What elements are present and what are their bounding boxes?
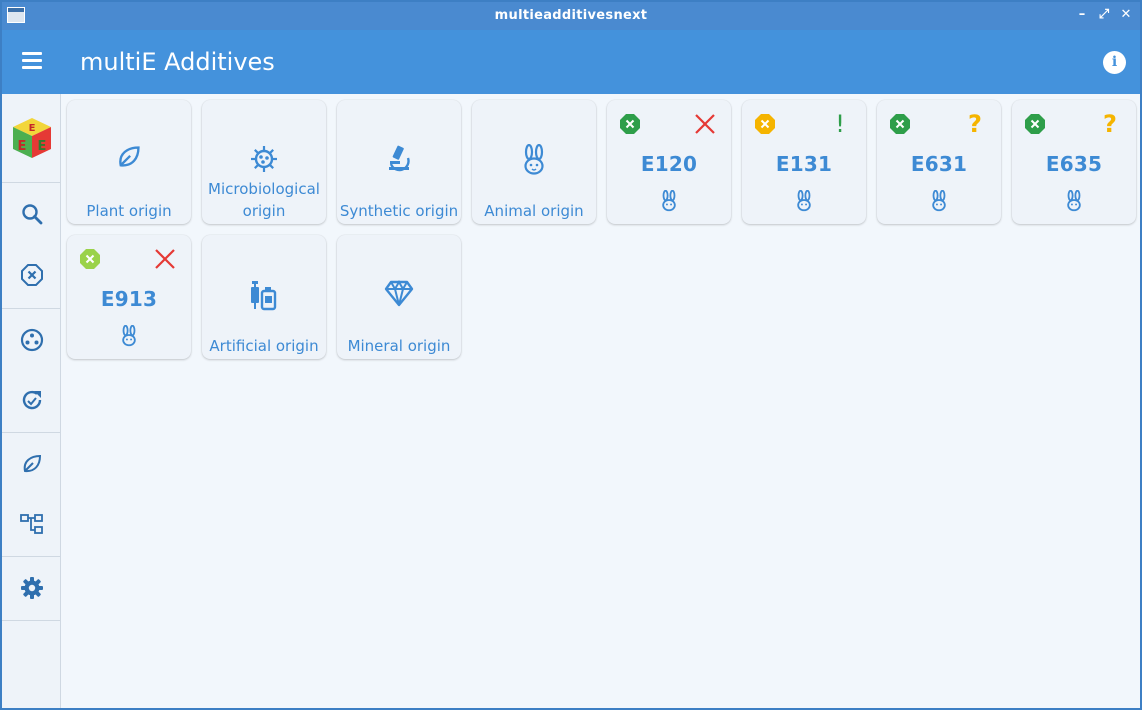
- rabbit-icon: [1067, 190, 1081, 212]
- rabbit-icon: [122, 325, 136, 347]
- app-logo: E E E: [13, 118, 51, 158]
- rabbit-icon: [524, 144, 544, 175]
- additive-code: E913: [100, 287, 158, 311]
- card-label: Animal origin: [484, 202, 584, 220]
- card-label: Artificial origin: [209, 337, 319, 355]
- sidebar-item-update[interactable]: [2, 372, 61, 428]
- rabbit-icon: [662, 190, 676, 212]
- app-bar: multiE Additives i: [2, 30, 1140, 94]
- category-card-synthetic[interactable]: Synthetic origin: [337, 100, 461, 224]
- card-label-line-2: origin: [242, 202, 286, 220]
- status-x-icon: [755, 114, 775, 134]
- dots-circle-icon: [20, 328, 43, 352]
- gear-icon: [20, 577, 43, 599]
- rabbit-icon: [797, 190, 811, 212]
- sidebar-item-categories[interactable]: [2, 312, 61, 368]
- category-card-artificial[interactable]: Artificial origin: [202, 235, 326, 359]
- status-x-icon: [890, 114, 910, 134]
- diamond-icon: [384, 279, 414, 307]
- logo-letter-left: E: [18, 139, 27, 154]
- additive-code: E131: [775, 152, 833, 176]
- app-window: multieadditivesnext – ⤢ ✕ multiE Additiv…: [0, 0, 1142, 710]
- logo-letter-right: E: [38, 139, 47, 154]
- virus-icon: [251, 146, 277, 172]
- card-label: Synthetic origin: [339, 202, 459, 220]
- card-label: Mineral origin: [347, 337, 451, 355]
- question-icon: ?: [1103, 110, 1117, 138]
- info-icon[interactable]: i: [1103, 51, 1126, 74]
- hamburger-menu-icon[interactable]: [16, 48, 48, 76]
- additive-card-e635[interactable]: ? E635: [1012, 100, 1136, 224]
- leaf-icon: [23, 454, 41, 473]
- refresh-icon: [22, 390, 41, 410]
- leaf-icon: [119, 146, 140, 167]
- maximize-button[interactable]: ⤢: [1096, 6, 1112, 24]
- minimize-button[interactable]: –: [1074, 6, 1090, 24]
- sidebar-item-filter[interactable]: [2, 247, 61, 303]
- additive-card-e913[interactable]: E913: [67, 235, 191, 359]
- warning-x-icon: [155, 249, 175, 269]
- question-icon: ?: [968, 110, 982, 138]
- window-titlebar[interactable]: multieadditivesnext – ⤢ ✕: [2, 2, 1140, 30]
- status-x-icon: [1025, 114, 1045, 134]
- exclamation-icon: !: [835, 110, 845, 138]
- circle-x-icon: [20, 264, 43, 286]
- additive-card-e131[interactable]: ! E131: [742, 100, 866, 224]
- sidebar-item-origin[interactable]: [2, 436, 61, 492]
- sidebar-item-hierarchy[interactable]: [2, 496, 61, 552]
- warning-x-icon: [695, 114, 715, 134]
- additive-code: E631: [910, 152, 968, 176]
- status-x-icon: [620, 114, 640, 134]
- search-icon: [21, 204, 42, 225]
- sidebar-item-settings[interactable]: [2, 560, 61, 616]
- category-card-mineral[interactable]: Mineral origin: [337, 235, 461, 359]
- additive-code: E635: [1045, 152, 1103, 176]
- additive-card-e120[interactable]: E120: [607, 100, 731, 224]
- sidebar-item-search[interactable]: [2, 186, 61, 242]
- window-title: multieadditivesnext: [494, 8, 648, 23]
- page-title: multiE Additives: [80, 48, 275, 76]
- logo-letter-top: E: [29, 123, 36, 134]
- rabbit-icon: [932, 190, 946, 212]
- additive-card-e631[interactable]: ? E631: [877, 100, 1001, 224]
- card-label-line-1: Microbiological: [208, 180, 320, 198]
- category-card-animal[interactable]: Animal origin: [472, 100, 596, 224]
- close-button[interactable]: ✕: [1118, 6, 1134, 24]
- status-x-icon: [80, 249, 100, 269]
- sidebar: E E E: [2, 94, 61, 708]
- additive-code: E120: [640, 152, 698, 176]
- tree-icon: [19, 514, 43, 534]
- card-label: Plant origin: [86, 202, 172, 220]
- syringe-icon: [251, 281, 277, 311]
- category-card-plant[interactable]: Plant origin: [67, 100, 191, 224]
- category-card-microbiological[interactable]: Microbiological origin: [202, 100, 326, 224]
- microscope-icon: [389, 145, 410, 172]
